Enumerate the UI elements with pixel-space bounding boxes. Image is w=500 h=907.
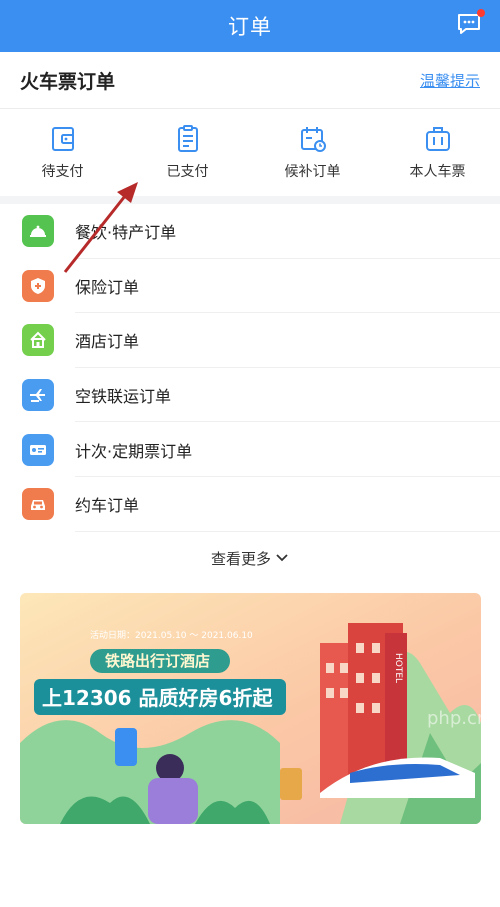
quick-actions: 待支付 已支付 候补订单 本人车票 (0, 112, 500, 196)
page-title: 订单 (228, 15, 272, 39)
list-item-food-orders[interactable]: 餐饮·特产订单 (0, 204, 500, 259)
list-item-label: 约车订单 (75, 496, 140, 516)
list-item-hotel-orders[interactable]: 酒店订单 (0, 313, 500, 368)
tips-link[interactable]: 温馨提示 (420, 70, 480, 91)
promo-banner[interactable]: 活动日期：2021.05.10 ～ 2021.06.10 铁路出行订酒店 上12… (20, 593, 481, 824)
food-cloche-icon (22, 215, 54, 248)
hotel-sign: HOTEL (393, 653, 403, 683)
receipt-icon (177, 125, 198, 152)
car-icon (22, 488, 54, 521)
promo-illustration: 活动日期：2021.05.10 ～ 2021.06.10 铁路出行订酒店 上12… (20, 593, 481, 824)
list-item-label: 计次·定期票订单 (75, 441, 193, 461)
view-more-label: 查看更多 (210, 549, 271, 568)
list-item-label: 空铁联运订单 (75, 387, 172, 407)
quick-action-my-tickets[interactable]: 本人车票 (375, 112, 500, 196)
promo-slogan: 上12306 品质好房6折起 (42, 686, 273, 710)
watermark: php.cn (427, 708, 489, 729)
promo-date: 活动日期：2021.05.10 ～ 2021.06.10 (90, 629, 253, 641)
order-list: 餐饮·特产订单 保险订单 酒店订单 空铁联运订单 计次·定期票订单 约车订单 (0, 204, 500, 532)
shield-icon (22, 269, 54, 302)
chevron-down-icon (276, 554, 288, 562)
quick-action-waitlist[interactable]: 候补订单 (250, 112, 375, 196)
train-order-header: 火车票订单 温馨提示 (0, 52, 500, 108)
section-gap (0, 196, 500, 204)
unread-dot (477, 9, 485, 17)
quick-action-label: 本人车票 (409, 164, 466, 180)
list-item-insurance-orders[interactable]: 保险订单 (0, 259, 500, 314)
list-item-ride-orders[interactable]: 约车订单 (0, 477, 500, 532)
quick-action-paid[interactable]: 已支付 (125, 112, 250, 196)
top-bar: 订单 (0, 0, 500, 52)
ticket-icon (22, 433, 54, 466)
wallet-icon (51, 127, 74, 151)
quick-action-label: 候补订单 (284, 164, 341, 180)
list-item-label: 餐饮·特产订单 (75, 223, 177, 243)
divider (0, 108, 500, 109)
quick-action-unpaid[interactable]: 待支付 (0, 112, 125, 196)
promo-headline: 铁路出行订酒店 (105, 652, 210, 670)
list-item-air-rail-orders[interactable]: 空铁联运订单 (0, 368, 500, 423)
luggage-icon (425, 127, 450, 151)
view-more-button[interactable]: 查看更多 (0, 538, 500, 578)
quick-action-label: 已支付 (166, 164, 209, 180)
plane-train-icon (22, 379, 54, 412)
list-item-label: 保险订单 (75, 277, 140, 297)
calendar-icon (300, 127, 326, 152)
hotel-icon (22, 324, 54, 357)
quick-action-label: 待支付 (41, 164, 84, 180)
message-button[interactable] (456, 9, 485, 36)
section-title: 火车票订单 (20, 70, 116, 93)
list-item-label: 酒店订单 (75, 332, 140, 352)
list-item-pass-ticket-orders[interactable]: 计次·定期票订单 (0, 422, 500, 477)
